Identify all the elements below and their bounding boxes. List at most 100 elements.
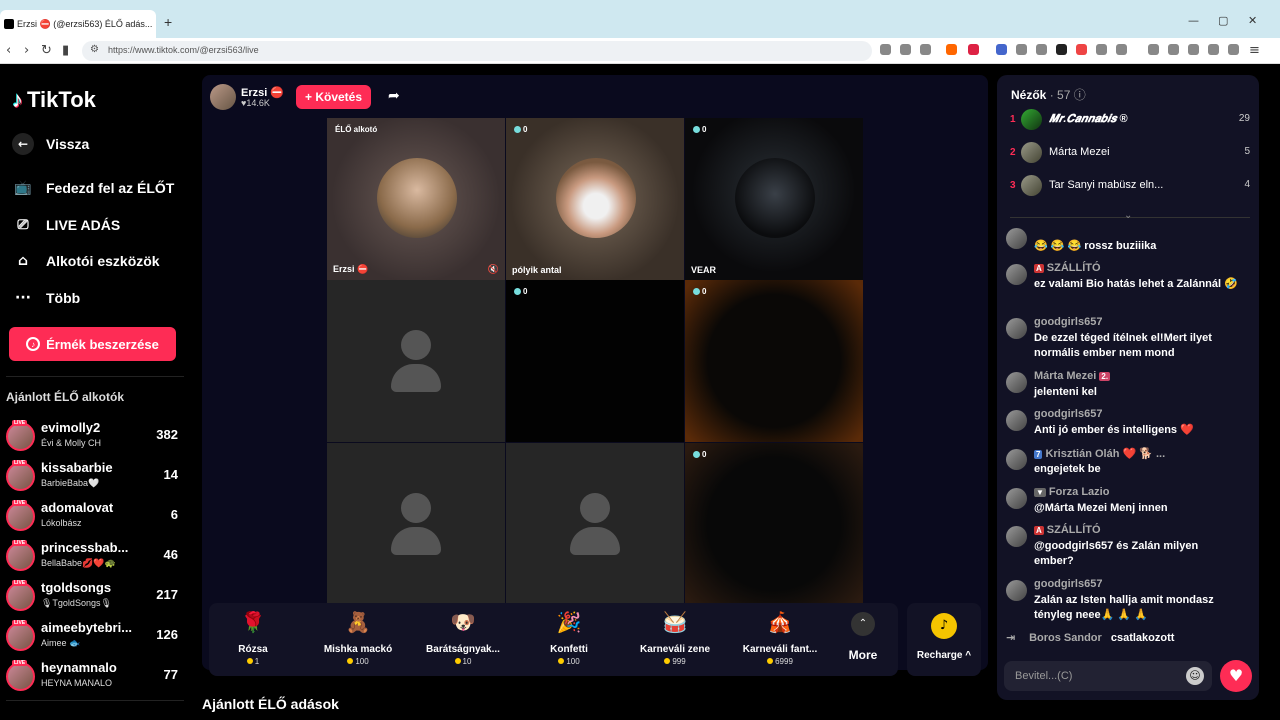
close-window-button[interactable]: ✕ [1248,14,1257,27]
extension-icon[interactable] [1036,44,1047,55]
message-user: A SZÁLLÍTÓ [1034,262,1101,274]
creator-nickname: Évi & Molly CH [41,438,102,448]
like-heart-button[interactable]: ♥ [1220,660,1252,692]
emoji-icon[interactable]: ☺ [1186,667,1204,685]
gift-rose[interactable]: 🌹 Rózsa 1 [203,608,303,673]
empty-seat[interactable] [327,280,505,442]
puppy-icon: 🐶 [450,610,476,634]
rank: 1 [1010,114,1016,125]
back-icon[interactable]: ‹ [6,43,11,58]
brave-rewards-icon[interactable] [968,44,979,55]
translate-extension-icon[interactable] [996,44,1007,55]
site-info-icon[interactable]: ⚙ [90,44,99,55]
gem-icon [514,288,521,295]
extension-icon[interactable] [880,44,891,55]
back-button[interactable]: ← Vissza [12,133,89,155]
message-text: Zalán az Isten hallja amit mondasz tényl… [1034,594,1214,621]
video-cell[interactable]: 0 [506,280,684,442]
user-name: SZÁLLÍTÓ [1046,524,1101,536]
fan-badge: 2. [1099,372,1111,381]
extension-icon[interactable] [1016,44,1027,55]
share-icon[interactable]: ➦ [388,88,400,104]
help-icon[interactable]: ⓘ [1074,88,1086,102]
top-viewer[interactable]: 2 Márta Mezei 5 [1010,141,1250,165]
message-text: @Márta Mezei Menj innen [1034,502,1168,514]
person-placeholder-icon [570,527,620,555]
maximize-button[interactable]: ▢ [1218,14,1228,27]
chevron-down-icon[interactable]: ⌄ [1124,210,1132,221]
host-likes: ♥14.6K [241,98,270,108]
video-cell[interactable]: 0 [685,443,863,605]
message-text: engejetek be [1034,463,1101,475]
avatar [1021,175,1042,196]
extension-icon[interactable] [1076,44,1087,55]
top-viewer[interactable]: 3 Tar Sanyi mabüsz eln... 4 [1010,174,1250,198]
avatar [1006,264,1027,285]
count-text: 0 [702,125,707,134]
menu-icon[interactable]: ≡ [1249,43,1260,58]
tiktok-favicon-icon [4,19,14,29]
teddy-bear-icon: 🧸 [345,610,371,634]
tiktok-logo[interactable]: ♪ TikTok [12,87,96,113]
recommended-creator[interactable]: LIVE kissabarbie BarbieBaba🤍 14 [6,459,184,495]
gift-teddy[interactable]: 🧸 Mishka mackó 100 [308,608,408,673]
wallet-icon[interactable] [1188,44,1199,55]
empty-seat[interactable] [327,443,505,605]
participant-name: Erzsi ⛔ [333,264,369,274]
video-cell-host[interactable]: ÉLŐ alkotó Erzsi ⛔ 🔇 [327,118,505,280]
bookmark-icon[interactable]: ▮ [62,43,69,58]
video-cell[interactable]: 0 pólyik antal [506,118,684,280]
avatar [6,422,35,451]
chat-input-placeholder: Bevitel...(C) [1015,670,1073,682]
tv-icon: 📺 [14,180,32,196]
creator-nickname: BellaBabe💋❤️🐢 [41,558,116,568]
video-cell[interactable]: 0 VEAR [685,118,863,280]
rose-icon: 🌹 [240,610,266,634]
host-avatar[interactable] [210,84,236,110]
share-page-icon[interactable] [920,44,931,55]
nav-go-live[interactable]: ⎚ LIVE ADÁS [12,214,120,236]
nav-creator-tools[interactable]: ⌂ Alkotói eszközök [12,250,160,272]
user-name: Krisztián Oláh ❤️ 🐕 ... [1045,448,1166,460]
gift-carnival-music[interactable]: 🥁 Karneváli zene 999 [625,608,725,673]
recharge-button[interactable]: ♪ Recharge ^ [907,603,981,676]
url-input[interactable]: ⚙ https://www.tiktok.com/@erzsi563/live [82,41,872,61]
vpn-icon[interactable] [1228,44,1239,55]
nav-explore-live[interactable]: 📺 Fedezd fel az ÉLŐT [12,177,174,199]
tab-close-icon[interactable]: × [155,18,156,30]
chat-input[interactable]: Bevitel...(C) [1004,661,1212,691]
viewers-header[interactable]: Nézők · 57 ⓘ [1011,86,1086,103]
new-tab-button[interactable]: + [164,14,172,30]
gift-friendship[interactable]: 🐶 Barátságnyak... 10 [413,608,513,673]
media-icon[interactable] [1148,44,1159,55]
gift-confetti[interactable]: 🎉 Konfetti 100 [519,608,619,673]
get-coins-button[interactable]: ♪ Érmék beszerzése [9,327,176,361]
recommended-creator[interactable]: LIVE princessbab... BellaBabe💋❤️🐢 46 [6,539,184,575]
viewer-count: 14 [163,467,178,482]
more-gifts-button[interactable]: ⌃ More [845,612,881,662]
top-viewer[interactable]: 1 𝑴𝒓.𝑪𝒂𝒏𝒏𝒂𝒃𝒊𝒔 ® 29 [1010,108,1250,132]
forward-icon[interactable]: › [24,43,29,58]
extensions-puzzle-icon[interactable] [1096,44,1107,55]
extension-icon[interactable] [1116,44,1127,55]
empty-seat[interactable] [506,443,684,605]
recommended-creator[interactable]: LIVE aimeebytebri... Aimee 🐟 126 [6,619,184,655]
follow-button[interactable]: + Követés [296,85,371,109]
sidebar-icon[interactable] [1168,44,1179,55]
zoom-icon[interactable] [900,44,911,55]
recommended-creator[interactable]: LIVE heynamnalo HEYNA MANALO 77 [6,659,184,695]
recommended-lives-title: Ajánlott ÉLŐ adások [202,696,339,712]
video-cell[interactable]: 0 [685,280,863,442]
reload-icon[interactable]: ↻ [41,43,52,58]
recommended-creator[interactable]: LIVE evimolly2 Évi & Molly CH 382 [6,419,184,455]
brave-shield-icon[interactable] [946,44,957,55]
recommended-creator[interactable]: LIVE tgoldsongs 🎙TgoldSongs🎙 217 [6,579,184,615]
browser-tab[interactable]: Erzsi ⛔ (@erzsi563) ÉLŐ adás... × [0,10,156,38]
gift-carnival-fantasy[interactable]: 🎪 Karneváli fant... 6999 [730,608,830,673]
nav-more[interactable]: ··· Több [12,287,80,309]
minimize-button[interactable]: — [1188,14,1199,27]
leo-icon[interactable] [1208,44,1219,55]
extension-icon[interactable] [1056,44,1067,55]
recommended-creator[interactable]: LIVE adomalovat Lókolbász 6 [6,499,184,535]
avatar [1006,488,1027,509]
